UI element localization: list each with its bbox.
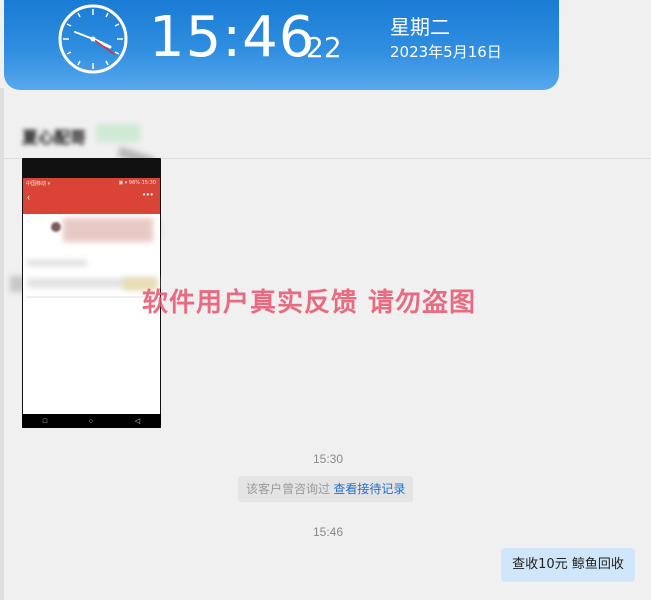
phone-app-header: 中国移动 ▾ ▣ ▾ 96% 15:30 ‹ ••• xyxy=(23,178,160,214)
left-panel-edge xyxy=(0,88,4,600)
contact-tag xyxy=(96,124,140,142)
clock-banner: 15:46 22 星期二 2023年5月16日 xyxy=(4,0,559,90)
contact-name[interactable]: 夏心配哥 xyxy=(22,124,86,148)
system-notice-text: 该客户曾咨询过 xyxy=(246,482,331,496)
phone-status-right: ▣ ▾ 96% 15:30 xyxy=(118,180,156,186)
phone-nav-bar: □ ○ ◁ xyxy=(22,414,161,428)
phone-status-bar: 中国移动 ▾ xyxy=(26,181,51,187)
clock-date: 2023年5月16日 xyxy=(390,43,502,61)
clock-weekday: 星期二 xyxy=(390,15,450,39)
avatar xyxy=(51,222,61,232)
chat-header: 夏心配哥 xyxy=(4,88,651,159)
divider xyxy=(27,296,157,298)
phone-screen: 中国移动 ▾ ▣ ▾ 96% 15:30 ‹ ••• xyxy=(23,178,160,414)
clock-time: 15:46 xyxy=(149,5,316,70)
analog-clock-icon xyxy=(58,4,128,74)
chat-window: 15:46 22 星期二 2023年5月16日 夏心配哥 中国移动 ▾ ▣ ▾ … xyxy=(0,0,651,600)
square-icon: □ xyxy=(42,417,48,425)
view-reception-record-link[interactable]: 查看接待记录 xyxy=(333,482,405,496)
watermark: 软件用户真实反馈 请勿盗图 xyxy=(142,288,477,318)
system-notice: 该客户曾咨询过 查看接待记录 xyxy=(238,476,414,502)
redaction-mark xyxy=(63,218,153,242)
message-timestamp: 15:46 xyxy=(312,525,344,539)
message-timestamp: 15:30 xyxy=(312,452,344,466)
outgoing-message-bubble[interactable]: 查收10元 鲸鱼回收 xyxy=(501,548,635,582)
back-arrow-icon: ‹ xyxy=(27,192,30,202)
redaction-mark xyxy=(27,260,87,266)
image-message[interactable]: 中国移动 ▾ ▣ ▾ 96% 15:30 ‹ ••• □ ○ ◁ xyxy=(22,158,161,428)
clock-seconds: 22 xyxy=(306,31,342,64)
back-triangle-icon: ◁ xyxy=(134,418,141,425)
more-icon: ••• xyxy=(142,190,154,199)
circle-icon: ○ xyxy=(88,417,94,425)
